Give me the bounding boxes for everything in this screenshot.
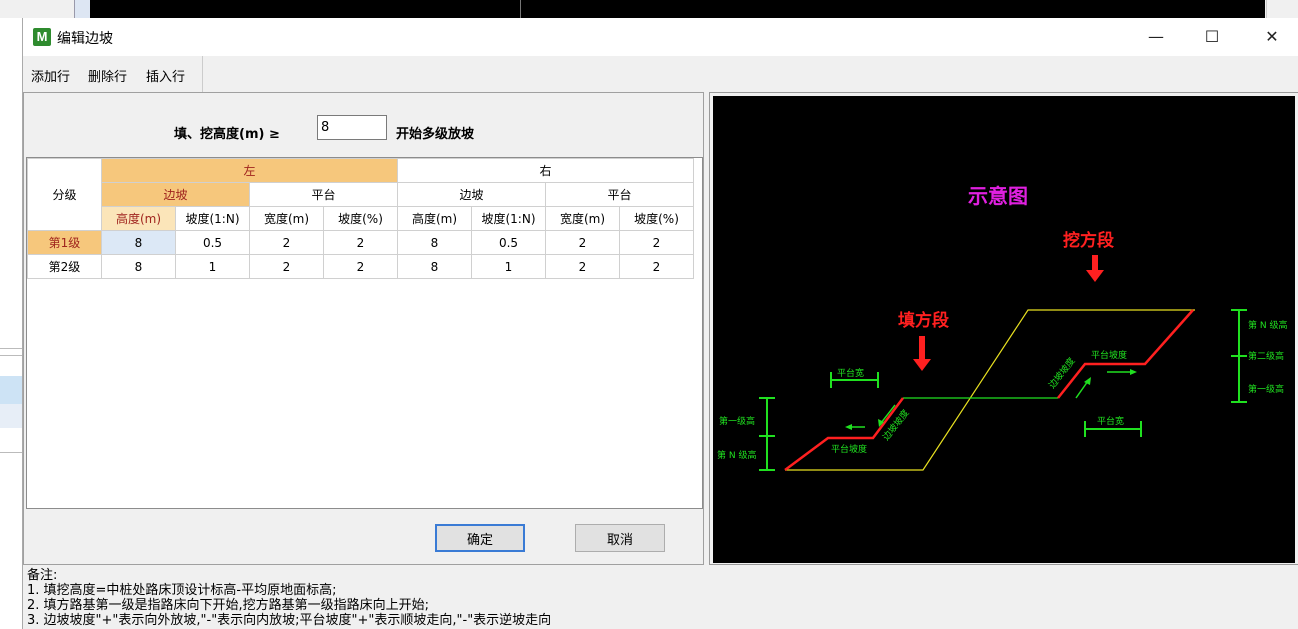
height-threshold-label: 填、挖高度(m) ≥ xyxy=(174,127,280,142)
left-platform-slope-label: 平台坡度 xyxy=(831,443,867,455)
grid-cell[interactable]: 2 xyxy=(545,230,620,255)
column-header[interactable]: 坡度(%) xyxy=(619,206,694,231)
left-group-header: 左 xyxy=(101,158,398,183)
window-title: 编辑边坡 xyxy=(57,31,113,47)
row-header[interactable]: 第2级 xyxy=(27,254,102,279)
column-header[interactable]: 坡度(1:N) xyxy=(175,206,250,231)
ok-button[interactable]: 确定 xyxy=(435,524,525,552)
background-selected-item xyxy=(0,376,22,404)
grid-cell[interactable]: 8 xyxy=(101,254,176,279)
grid-cell[interactable]: 8 xyxy=(397,230,472,255)
note-line: 2. 填方路基第一级是指路床向下开始,挖方路基第一级指路床向上开始; xyxy=(27,598,430,613)
right-slope-header: 边坡 xyxy=(397,182,546,207)
right-platform-header: 平台 xyxy=(545,182,694,207)
row-header[interactable]: 第1级 xyxy=(27,230,102,255)
level-1-height-label: 第一级高 xyxy=(1248,383,1284,395)
right-platform-slope-label: 平台坡度 xyxy=(1091,349,1127,361)
column-header[interactable]: 高度(m) xyxy=(397,206,472,231)
height-threshold-row: 填、挖高度(m) ≥ 开始多级放坡 xyxy=(24,93,703,157)
table-row: 第1级 8 0.5 2 2 8 0.5 2 2 xyxy=(27,230,694,255)
cut-section-label: 挖方段 xyxy=(1063,230,1114,251)
level-n-height-label: 第 N 级高 xyxy=(1248,319,1287,331)
left-platform-header: 平台 xyxy=(249,182,398,207)
edit-slope-dialog: M 编辑边坡 — ☐ ✕ 添加行 删除行 插入行 填、挖高度(m) ≥ 开始多级… xyxy=(22,18,1298,629)
column-header[interactable]: 高度(m) xyxy=(101,206,176,231)
grid-cell[interactable]: 1 xyxy=(471,254,546,279)
grid-cell[interactable]: 1 xyxy=(175,254,250,279)
platform-width-label: 平台宽 xyxy=(1097,415,1124,427)
left-level-n-height-label: 第 N 级高 xyxy=(717,449,756,461)
grid-cell[interactable]: 2 xyxy=(545,254,620,279)
toolbar: 添加行 删除行 插入行 xyxy=(23,56,203,92)
slope-grid: 分级 左 右 边坡 平台 边坡 平台 高度(m) 坡度(1:N) 宽度(m) 坡… xyxy=(26,157,703,509)
left-level-1-height-label: 第一级高 xyxy=(719,415,755,427)
background-left-panel xyxy=(0,18,22,629)
background-scrollbar xyxy=(1266,0,1298,18)
background-divider-line xyxy=(0,452,22,453)
title-bar[interactable]: M 编辑边坡 — ☐ ✕ xyxy=(23,18,1298,56)
grid-cell[interactable]: 2 xyxy=(619,254,694,279)
background-splitter xyxy=(0,348,22,356)
delete-row-button[interactable]: 删除行 xyxy=(88,66,127,85)
diagram-background xyxy=(713,96,1295,563)
minimize-icon[interactable]: — xyxy=(1141,26,1171,48)
notes-heading: 备注: xyxy=(27,568,58,583)
grid-cell[interactable]: 2 xyxy=(323,230,398,255)
column-header[interactable]: 坡度(1:N) xyxy=(471,206,546,231)
level-2-height-label: 第二级高 xyxy=(1248,350,1284,362)
grid-cell[interactable]: 8 xyxy=(101,230,176,255)
background-divider xyxy=(520,0,521,18)
insert-row-button[interactable]: 插入行 xyxy=(146,66,185,85)
slope-diagram: 示意图 挖方段 填方段 平台宽 平台宽 平台坡度 边坡坡度 平台坡度 边坡坡度 … xyxy=(713,96,1295,563)
left-slope-header: 边坡 xyxy=(101,182,250,207)
column-header[interactable]: 宽度(m) xyxy=(545,206,620,231)
grid-cell[interactable]: 2 xyxy=(619,230,694,255)
fill-section-label: 填方段 xyxy=(898,310,949,331)
table-row: 第2级 8 1 2 2 8 1 2 2 xyxy=(27,254,694,279)
diagram-title: 示意图 xyxy=(968,184,1028,208)
cancel-button[interactable]: 取消 xyxy=(575,524,665,552)
close-icon[interactable]: ✕ xyxy=(1257,26,1287,48)
right-group-header: 右 xyxy=(397,158,694,183)
platform-width-label: 平台宽 xyxy=(837,367,864,379)
grid-cell[interactable]: 2 xyxy=(249,254,324,279)
level-column-header: 分级 xyxy=(27,158,102,231)
background-item xyxy=(0,404,22,428)
app-logo-icon: M xyxy=(33,28,51,46)
background-app-strip xyxy=(0,0,1298,18)
grid-cell[interactable]: 0.5 xyxy=(175,230,250,255)
add-row-button[interactable]: 添加行 xyxy=(31,66,70,85)
note-line: 1. 填挖高度=中桩处路床顶设计标高-平均原地面标高; xyxy=(27,583,337,598)
height-threshold-input[interactable] xyxy=(317,115,387,140)
note-line: 3. 边坡坡度"+"表示向外放坡,"-"表示向内放坡;平台坡度"+"表示顺坡走向… xyxy=(27,613,552,628)
multi-level-label: 开始多级放坡 xyxy=(396,127,475,142)
grid-cell[interactable]: 0.5 xyxy=(471,230,546,255)
diagram-panel: 示意图 挖方段 填方段 平台宽 平台宽 平台坡度 边坡坡度 平台坡度 边坡坡度 … xyxy=(709,92,1298,565)
background-app-icon xyxy=(74,0,90,18)
maximize-icon[interactable]: ☐ xyxy=(1197,26,1227,48)
background-canvas xyxy=(90,0,1265,18)
notes-section: 备注: 1. 填挖高度=中桩处路床顶设计标高-平均原地面标高; 2. 填方路基第… xyxy=(27,568,1297,628)
grid-cell[interactable]: 8 xyxy=(397,254,472,279)
grid-cell[interactable]: 2 xyxy=(249,230,324,255)
column-header[interactable]: 坡度(%) xyxy=(323,206,398,231)
slope-settings-panel: 填、挖高度(m) ≥ 开始多级放坡 分级 左 右 边坡 平台 边坡 xyxy=(23,92,704,565)
right-level-height-dims: 第 N 级高 第二级高 第一级高 xyxy=(1231,309,1287,403)
grid-cell[interactable]: 2 xyxy=(323,254,398,279)
column-header[interactable]: 宽度(m) xyxy=(249,206,324,231)
